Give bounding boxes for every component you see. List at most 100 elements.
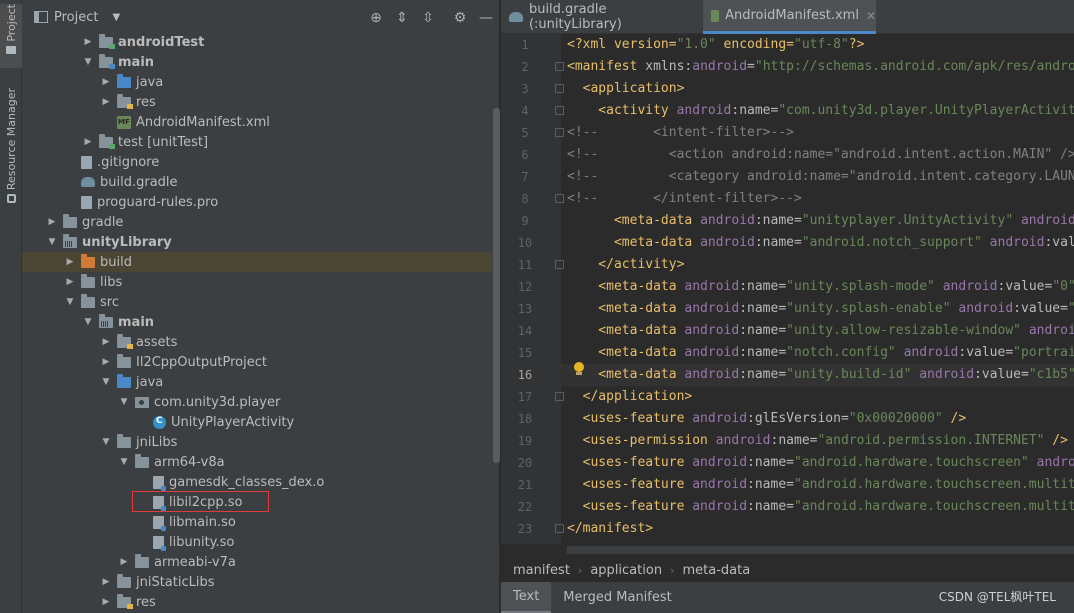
chevron-down-icon[interactable]: ▼ xyxy=(118,452,130,472)
tree-item[interactable]: ▶ gradle xyxy=(22,212,492,232)
chevron-down-icon[interactable]: ▼ xyxy=(64,292,76,312)
gear-icon[interactable]: ⚙ xyxy=(452,10,468,26)
tree-item[interactable]: ▼ jniLibs xyxy=(22,432,492,452)
locate-icon[interactable]: ⊕ xyxy=(368,10,384,26)
chevron-right-icon[interactable]: ▶ xyxy=(46,212,58,232)
tree-item[interactable]: gamesdk_classes_dex.o xyxy=(22,472,492,492)
code-line[interactable]: </activity> xyxy=(561,254,1074,276)
code-line[interactable]: <meta-data android:name="unityplayer.Uni… xyxy=(561,210,1074,232)
tree-item[interactable]: ▼ java xyxy=(22,372,492,392)
chevron-right-icon[interactable]: ▶ xyxy=(100,572,112,592)
code-line[interactable]: </manifest> xyxy=(561,518,1074,540)
chevron-down-icon[interactable]: ▼ xyxy=(112,12,120,23)
expand-all-icon[interactable]: ⇕ xyxy=(394,10,410,26)
breadcrumb-item-meta-data[interactable]: meta-data xyxy=(682,563,750,578)
tree-item[interactable]: ▶ libs xyxy=(22,272,492,292)
hide-panel-icon[interactable]: — xyxy=(478,10,494,26)
code-token: <meta-data xyxy=(567,235,701,250)
tree-item[interactable]: ▼ arm64-v8a xyxy=(22,452,492,472)
chevron-down-icon[interactable]: ▼ xyxy=(82,52,94,72)
code-area[interactable]: <?xml version="1.0" encoding="utf-8"?> <m… xyxy=(561,34,1074,544)
code-line[interactable]: <!-- </intent-filter>--> xyxy=(561,188,1074,210)
tree-item[interactable]: ▶ build xyxy=(22,252,492,272)
code-line[interactable]: <manifest xmlns:android="http://schemas.… xyxy=(561,56,1074,78)
lightbulb-icon[interactable] xyxy=(573,362,585,376)
code-line[interactable]: <uses-feature android:name="android.hard… xyxy=(561,474,1074,496)
horizontal-scrollbar[interactable] xyxy=(567,546,1074,554)
tree-item-label: main xyxy=(118,314,155,330)
tree-item[interactable]: UnityPlayerActivity xyxy=(22,412,492,432)
tree-item[interactable]: ▶ res xyxy=(22,92,492,112)
chevron-right-icon[interactable]: ▶ xyxy=(100,332,112,352)
project-tool-tab[interactable]: Project xyxy=(0,4,22,68)
code-line[interactable]: <uses-feature android:glEsVersion="0x000… xyxy=(561,408,1074,430)
tree-item[interactable]: AndroidManifest.xml xyxy=(22,112,492,132)
resource-manager-tool-tab[interactable]: Resource Manager xyxy=(0,88,22,206)
chevron-down-icon[interactable]: ▼ xyxy=(46,232,58,252)
code-token: <!-- <category android:name="android.int… xyxy=(567,169,1074,184)
tree-item[interactable]: proguard-rules.pro xyxy=(22,192,492,212)
tree-item[interactable]: ▼ src xyxy=(22,292,492,312)
tree-item[interactable]: .gitignore xyxy=(22,152,492,172)
chevron-down-icon[interactable]: ▼ xyxy=(82,312,94,332)
tree-item[interactable]: ▶ androidTest xyxy=(22,32,492,52)
code-line[interactable]: <meta-data android:name="unity.splash-en… xyxy=(561,298,1074,320)
tree-item[interactable]: ▶ java xyxy=(22,72,492,92)
chevron-down-icon[interactable]: ▼ xyxy=(100,372,112,392)
code-line[interactable]: <meta-data android:name="android.notch_s… xyxy=(561,232,1074,254)
code-line[interactable]: <activity android:name="com.unity3d.play… xyxy=(561,100,1074,122)
project-view-title[interactable]: Project xyxy=(54,10,98,25)
code-line[interactable]: <uses-permission android:name="android.p… xyxy=(561,430,1074,452)
tree-item[interactable]: ▼ main xyxy=(22,52,492,72)
tab-merged-manifest[interactable]: Merged Manifest xyxy=(551,582,683,613)
tree-item[interactable]: ▶ armeabi-v7a xyxy=(22,552,492,572)
chevron-right-icon[interactable]: ▶ xyxy=(82,132,94,152)
code-line[interactable]: <meta-data android:name="unity.build-id"… xyxy=(561,364,1074,386)
tree-item[interactable]: ▶ Il2CppOutputProject xyxy=(22,352,492,372)
code-line[interactable]: <application> xyxy=(561,78,1074,100)
tab-text[interactable]: Text xyxy=(501,582,552,613)
tree-item[interactable]: ▶ res xyxy=(22,592,492,612)
chevron-right-icon[interactable]: ▶ xyxy=(82,32,94,52)
breadcrumb-item-application[interactable]: application xyxy=(590,563,662,578)
breadcrumb-item-manifest[interactable]: manifest xyxy=(513,563,570,578)
tree-item[interactable]: libunity.so xyxy=(22,532,492,552)
chevron-down-icon[interactable]: ▼ xyxy=(118,392,130,412)
tab-build-gradle[interactable]: build.gradle (:unityLibrary) xyxy=(501,0,703,34)
code-line[interactable]: <!-- <action android:name="android.inten… xyxy=(561,144,1074,166)
code-line[interactable]: <!-- <intent-filter>--> xyxy=(561,122,1074,144)
tree-scrollbar[interactable] xyxy=(493,108,500,463)
watermark: CSDN @TEL枫叶TEL xyxy=(938,590,1056,604)
chevron-down-icon[interactable]: ▼ xyxy=(100,432,112,452)
tree-item[interactable]: libmain.so xyxy=(22,512,492,532)
code-line[interactable]: <meta-data android:name="unity.allow-res… xyxy=(561,320,1074,342)
code-token: android xyxy=(700,235,755,250)
close-icon[interactable]: ✕ xyxy=(866,9,876,23)
folder-res-icon xyxy=(117,594,133,609)
code-line[interactable]: <uses-feature android:name="android.hard… xyxy=(561,496,1074,518)
tree-item[interactable]: ▼ main xyxy=(22,312,492,332)
tree-item[interactable]: libil2cpp.so xyxy=(22,492,492,512)
tree-item[interactable]: ▶ test [unitTest] xyxy=(22,132,492,152)
chevron-right-icon[interactable]: ▶ xyxy=(100,352,112,372)
code-line[interactable]: <uses-feature android:name="android.hard… xyxy=(561,452,1074,474)
collapse-all-icon[interactable]: ⇳ xyxy=(420,10,436,26)
chevron-right-icon[interactable]: ▶ xyxy=(100,92,112,112)
chevron-right-icon[interactable]: ▶ xyxy=(100,72,112,92)
code-line[interactable]: <meta-data android:name="notch.config" a… xyxy=(561,342,1074,364)
chevron-right-icon[interactable]: ▶ xyxy=(64,252,76,272)
code-line[interactable]: <?xml version="1.0" encoding="utf-8"?> xyxy=(561,34,1074,56)
tree-item[interactable]: ▶ assets xyxy=(22,332,492,352)
code-line[interactable]: <meta-data android:name="unity.splash-mo… xyxy=(561,276,1074,298)
chevron-right-icon[interactable]: ▶ xyxy=(100,592,112,612)
line-number: 11 xyxy=(517,258,533,272)
tree-item[interactable]: ▶ jniStaticLibs xyxy=(22,572,492,592)
code-line[interactable]: </application> xyxy=(561,386,1074,408)
tree-item[interactable]: ▼ unityLibrary xyxy=(22,232,492,252)
tab-android-manifest[interactable]: AndroidManifest.xml ✕ xyxy=(703,0,876,34)
chevron-right-icon[interactable]: ▶ xyxy=(118,552,130,572)
code-line[interactable]: <!-- <category android:name="android.int… xyxy=(561,166,1074,188)
chevron-right-icon[interactable]: ▶ xyxy=(64,272,76,292)
tree-item[interactable]: ▼ com.unity3d.player xyxy=(22,392,492,412)
tree-item[interactable]: build.gradle xyxy=(22,172,492,192)
